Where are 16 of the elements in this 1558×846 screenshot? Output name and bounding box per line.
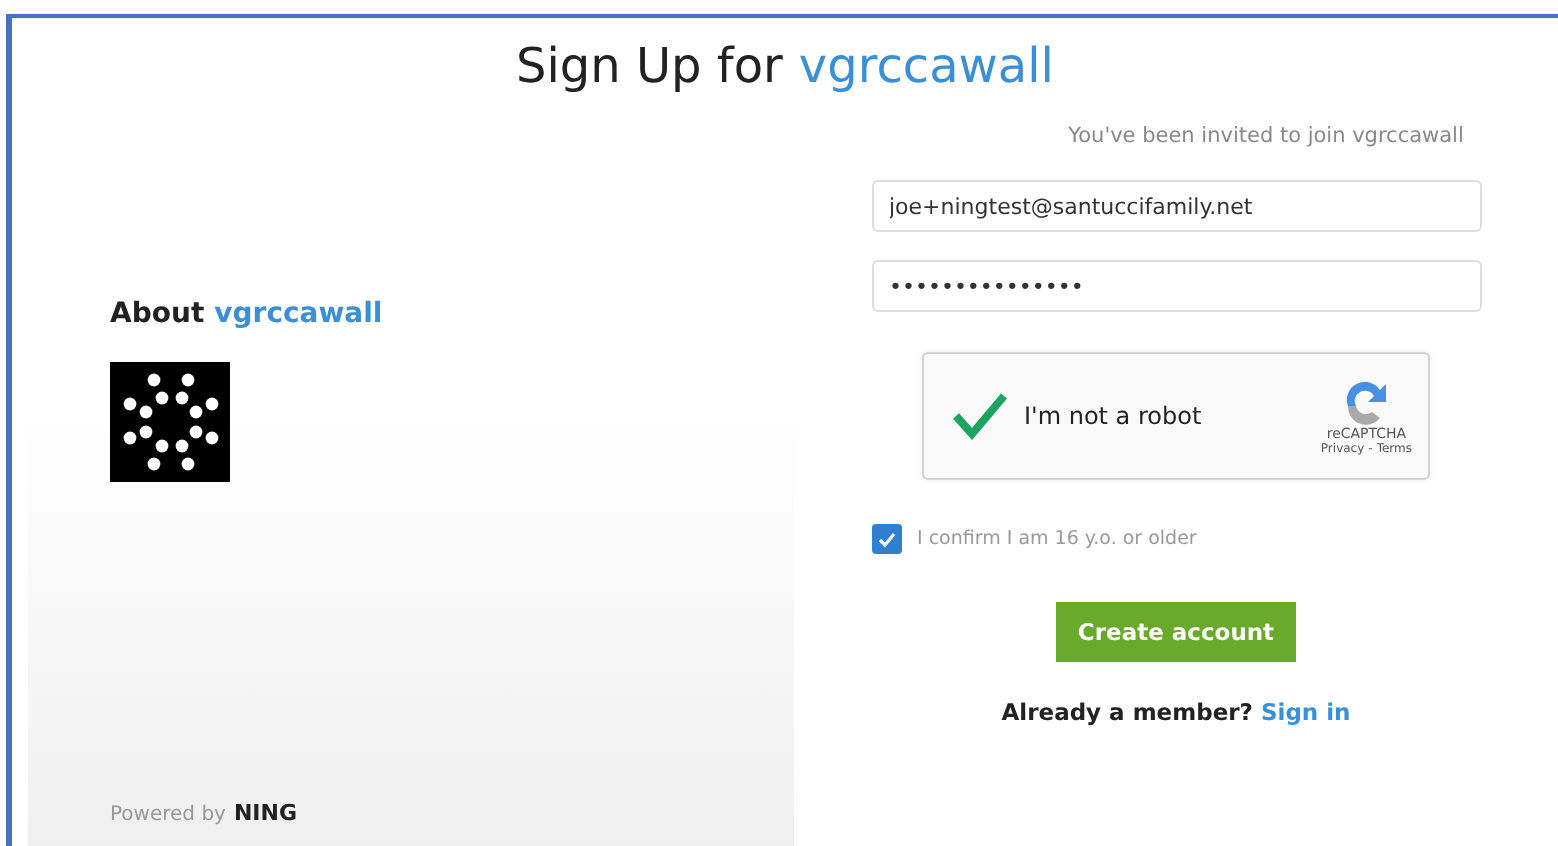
about-heading: About — [110, 298, 205, 330]
age-confirm-label: I confirm I am 16 y.o. or older — [917, 528, 1197, 550]
brand-name: NING — [233, 800, 298, 826]
password-field[interactable]: ••••••••••••••• — [871, 260, 1481, 312]
site-logo — [110, 362, 230, 482]
powered-by-text: Powered by — [110, 804, 226, 826]
site-name: vgrccawall — [214, 298, 383, 330]
captcha-label: I'm not a robot — [1024, 402, 1202, 430]
member-prompt: Already a member? — [1001, 698, 1253, 726]
age-checkbox[interactable] — [871, 524, 901, 554]
check-icon[interactable] — [952, 392, 1008, 440]
page-title: Sign Up for — [516, 38, 783, 98]
site-name: vgrccawall — [798, 38, 1054, 98]
checkmark-icon — [877, 531, 895, 547]
email-field[interactable]: joe+ningtest@santuccifamily.net — [871, 180, 1481, 232]
invite-text: You've been invited to join vgrccawall — [1068, 124, 1464, 148]
